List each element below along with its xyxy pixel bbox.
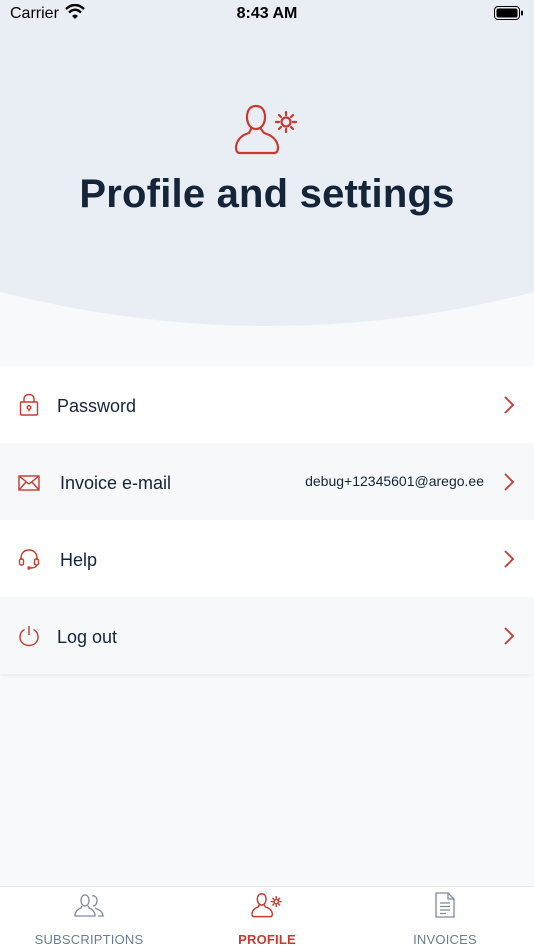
menu-label-invoice-email: Invoice e-mail <box>60 473 172 493</box>
menu-item-help[interactable]: Help <box>0 520 534 597</box>
menu-item-password[interactable]: Password <box>0 366 534 443</box>
menu-item-invoice-email[interactable]: Invoice e-mail debug+12345601@arego.ee <box>0 443 534 520</box>
headset-icon <box>17 547 41 571</box>
envelope-icon <box>17 470 41 494</box>
tab-label-subscriptions: SUBSCRIPTIONS <box>34 932 144 947</box>
chevron-right-icon <box>503 472 515 497</box>
chevron-right-icon <box>503 395 515 420</box>
settings-menu: Password Invoice e-mail debug+12345601@a… <box>0 366 534 674</box>
lock-icon <box>17 393 41 417</box>
tab-profile[interactable]: PROFILE <box>178 887 356 951</box>
menu-label-password: Password <box>57 396 137 416</box>
user-gear-icon <box>234 102 300 161</box>
status-bar: Carrier 8:43 AM <box>0 0 534 30</box>
power-icon <box>17 624 41 648</box>
chevron-right-icon <box>503 549 515 574</box>
invoice-email-value: debug+12345601@arego.ee <box>305 473 484 489</box>
clock-label: 8:43 AM <box>236 5 298 22</box>
menu-item-logout[interactable]: Log out <box>0 597 534 674</box>
battery-icon <box>494 6 524 25</box>
user-gear-icon <box>251 891 283 919</box>
tab-label-profile: PROFILE <box>238 932 296 947</box>
page-title: Profile and settings <box>79 172 455 216</box>
tab-subscriptions[interactable]: SUBSCRIPTIONS <box>0 887 178 951</box>
header-background <box>0 0 534 330</box>
chevron-right-icon <box>503 626 515 651</box>
document-icon <box>433 891 457 919</box>
tab-invoices[interactable]: INVOICES <box>356 887 534 951</box>
menu-label-help: Help <box>60 550 98 570</box>
menu-label-logout: Log out <box>57 627 118 647</box>
users-icon <box>73 891 105 919</box>
tab-label-invoices: INVOICES <box>413 932 477 947</box>
tab-bar: SUBSCRIPTIONS PROFILE INVOICES <box>0 886 534 951</box>
